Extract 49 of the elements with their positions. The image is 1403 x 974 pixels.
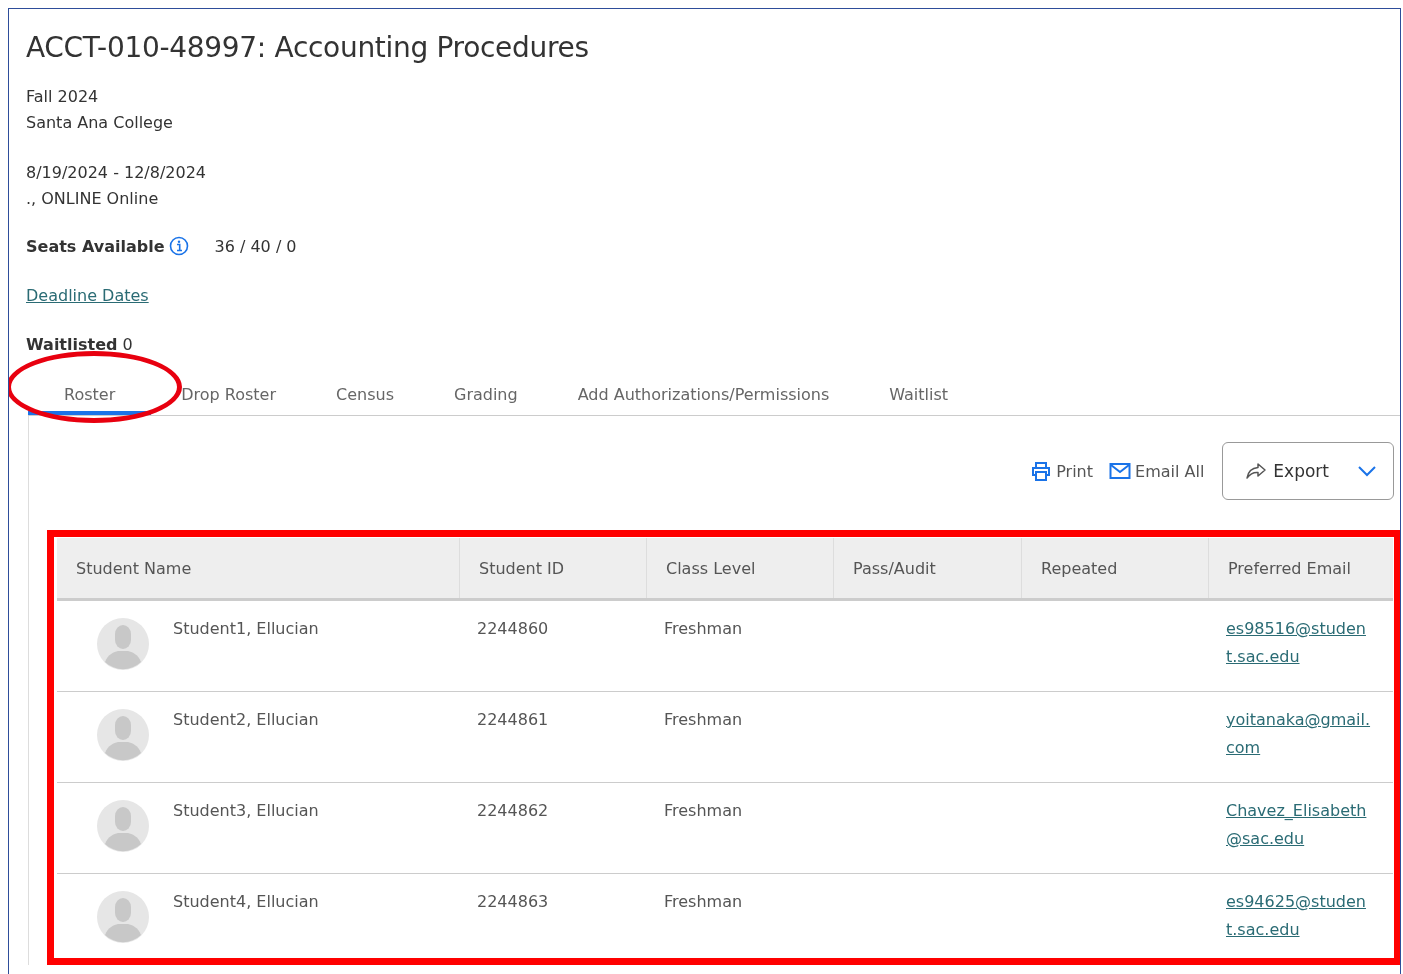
class-level: Freshman <box>664 892 743 911</box>
student-id: 2244860 <box>477 619 549 638</box>
email-all-button[interactable]: Email All <box>1109 461 1205 481</box>
column-header: Preferred Email <box>1208 538 1393 598</box>
column-header: Student ID <box>459 538 646 598</box>
course-title: ACCT-010-48997: Accounting Procedures <box>26 31 589 64</box>
term-text: Fall 2024 <box>26 86 99 108</box>
chevron-down-icon <box>1357 465 1377 477</box>
tab[interactable]: Waitlist <box>859 378 979 415</box>
class-level: Freshman <box>664 619 743 638</box>
info-icon[interactable] <box>168 236 189 256</box>
printer-icon <box>1030 460 1053 482</box>
tab[interactable]: Drop Roster <box>151 378 306 415</box>
avatar-silhouette-icon <box>97 618 149 670</box>
seats-label: Seats Available <box>26 236 165 256</box>
student-name: Student1, Ellucian <box>173 619 319 638</box>
avatar-silhouette-icon <box>97 800 149 852</box>
email-link[interactable]: es98516@student.sac.edu <box>1226 615 1376 671</box>
share-arrow-icon <box>1245 462 1268 480</box>
student-name: Student4, Ellucian <box>173 892 319 911</box>
tab[interactable]: Census <box>306 378 424 415</box>
tab[interactable]: Grading <box>424 378 548 415</box>
class-level: Freshman <box>664 801 743 820</box>
dates-text: 8/19/2024 - 12/8/2024 <box>26 162 207 184</box>
email-link[interactable]: Chavez_Elisabeth@sac.edu <box>1226 797 1376 853</box>
deadline-dates-link[interactable]: Deadline Dates <box>26 286 149 305</box>
tab[interactable]: Add Authorizations/Permissions <box>547 378 860 415</box>
email-link[interactable]: yoitanaka@gmail.com <box>1226 706 1376 762</box>
student-name: Student2, Ellucian <box>173 710 319 729</box>
location-text: ., ONLINE Online <box>26 188 159 210</box>
avatar-silhouette-icon <box>97 891 149 943</box>
class-level: Freshman <box>664 710 743 729</box>
student-id: 2244862 <box>477 801 549 820</box>
envelope-icon <box>1109 462 1132 480</box>
avatar-silhouette-icon <box>97 709 149 761</box>
student-name: Student3, Ellucian <box>173 801 319 820</box>
export-button[interactable]: Export <box>1222 442 1394 500</box>
seats-value: 36 / 40 / 0 <box>214 236 297 256</box>
print-button[interactable]: Print <box>1030 460 1094 482</box>
column-header: Repeated <box>1021 538 1208 598</box>
student-id: 2244861 <box>477 710 549 729</box>
waitlisted-text: Waitlisted 0 <box>26 335 133 354</box>
column-header: Student Name <box>75 557 193 580</box>
column-header: Pass/Audit <box>833 538 1021 598</box>
tab[interactable]: Roster <box>28 378 152 415</box>
student-id: 2244863 <box>477 892 549 911</box>
college-text: Santa Ana College <box>26 112 173 134</box>
email-link[interactable]: es94625@student.sac.edu <box>1226 888 1376 944</box>
column-header: Class Level <box>646 538 833 598</box>
